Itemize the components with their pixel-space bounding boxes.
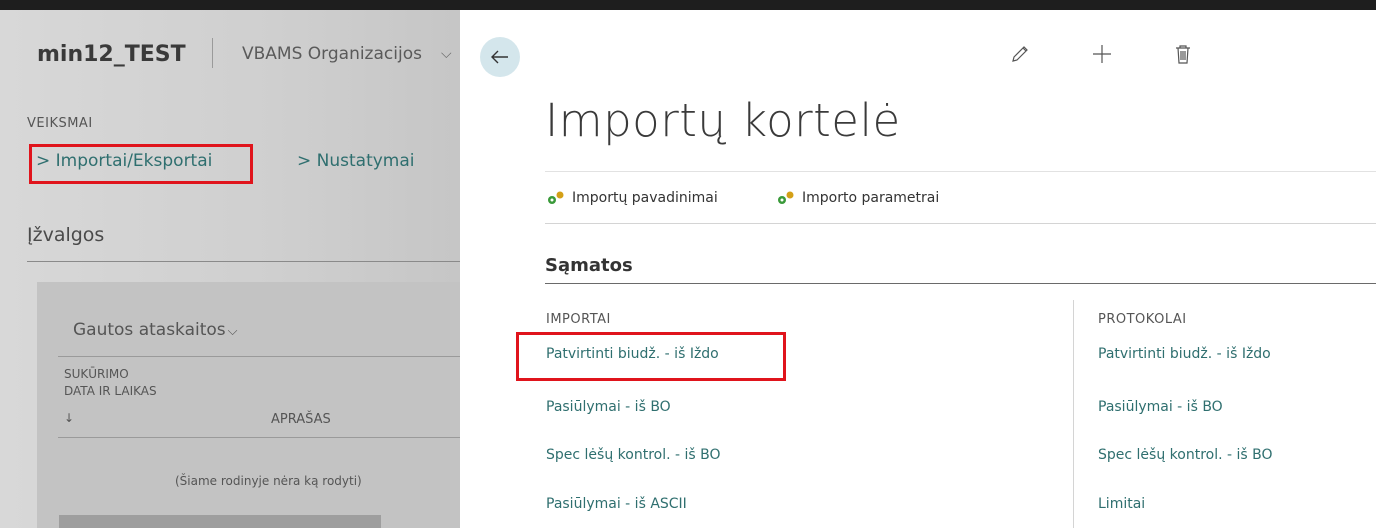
link-protokolai-limitai[interactable]: Limitai [1098,496,1145,512]
link-protokolai-spec-lesu[interactable]: Spec lėšų kontrol. - iš BO [1098,447,1273,463]
title-divider [545,171,1376,172]
group-title-importai: IMPORTAI [546,312,611,327]
section-title[interactable]: Sąmatos [545,255,633,276]
link-importai-pasiulymai-bo[interactable]: Pasiūlymai - iš BO [546,399,671,415]
link-protokolai-pasiulymai-bo[interactable]: Pasiūlymai - iš BO [1098,399,1223,415]
action-importu-pavadinimai[interactable]: Importų pavadinimai [546,190,718,206]
chevron-down-icon[interactable]: ⌵ [441,46,452,62]
insights-title: Įžvalgos [27,224,105,246]
actions-header: VEIKSMAI [27,116,93,131]
link-protokolai-patvirtinti[interactable]: Patvirtinti biudž. - iš Iždo [1098,346,1271,362]
link-importai-pasiulymai-ascii[interactable]: Pasiūlymai - iš ASCII [546,496,687,512]
group-title-protokolai: PROTOKOLAI [1098,312,1187,327]
top-bar [0,0,1376,10]
chevron-down-icon[interactable]: ⌵ [228,324,238,339]
column-description[interactable]: APRAŠAS [271,412,331,427]
link-importai-spec-lesu[interactable]: Spec lėšų kontrol. - iš BO [546,447,721,463]
action-label[interactable]: Importo parametrai [802,190,939,206]
new-button[interactable] [1092,44,1112,68]
back-button[interactable] [480,37,520,77]
empty-state-text: (Šiame rodinyje nėra ką rodyti) [175,474,362,488]
edit-icon [1012,46,1028,62]
delete-button[interactable] [1174,44,1192,68]
sort-arrow-icon[interactable]: ↓ [64,411,74,425]
card-divider [58,437,460,438]
organization-menu[interactable]: VBAMS Organizacijos [242,44,422,64]
action-nustatymai[interactable]: > Nustatymai [297,151,415,171]
card-footer-bar [59,515,381,528]
company-name[interactable]: min12_TEST [37,42,186,67]
actions-divider [545,223,1376,224]
link-importai-patvirtinti[interactable]: Patvirtinti biudž. - iš Iždo [546,346,719,362]
action-importo-parametrai[interactable]: Importo parametrai [776,190,939,206]
action-icon [548,191,564,204]
action-importai-eksportai[interactable]: > Importai/Eksportai [36,151,212,171]
insights-divider [27,261,460,262]
back-arrow-icon [491,50,508,64]
reports-card-title-text[interactable]: Gautos ataskaitos [73,320,226,340]
column-divider [1073,300,1074,528]
card-divider [58,356,460,357]
column-created[interactable]: SUKŪRIMO DATA IR LAIKAS [64,366,157,400]
plus-icon [1093,45,1111,63]
header-divider [212,38,213,68]
edit-button[interactable] [1010,44,1030,68]
page-title: Importų kortelė [545,94,901,147]
action-label[interactable]: Importų pavadinimai [572,190,718,206]
delete-icon [1176,45,1190,64]
section-divider [545,283,1376,284]
reports-card [37,282,460,528]
reports-card-title[interactable]: Gautos ataskaitos ⌵ [73,320,238,340]
action-icon [778,191,794,204]
